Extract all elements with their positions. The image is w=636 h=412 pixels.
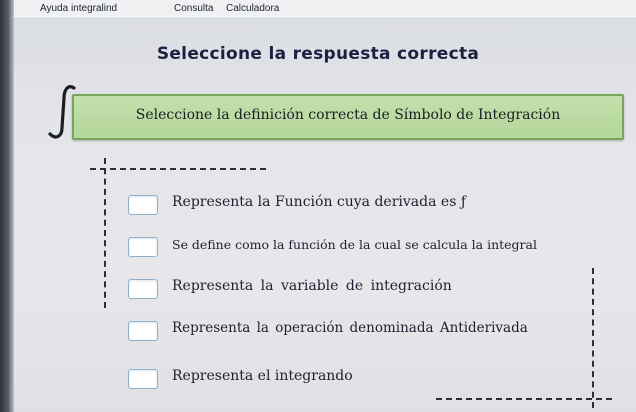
dashed-divider-top	[90, 168, 266, 170]
menu-item-consulta[interactable]: Consulta	[174, 3, 213, 14]
answer-checkbox-1[interactable]	[128, 195, 158, 215]
dashed-guide-left	[104, 158, 106, 308]
answer-checkbox-3[interactable]	[128, 279, 158, 299]
dashed-guide-right	[592, 268, 594, 408]
answer-option-label: Representa la Función cuya derivada es ƒ	[172, 194, 467, 210]
question-text: Seleccione la definición correcta de Sím…	[135, 107, 561, 123]
answer-option-label: Se define como la función de la cual se …	[172, 237, 537, 252]
dashed-divider-bottom	[436, 398, 612, 400]
question-box: Seleccione la definición correcta de Sím…	[72, 94, 624, 140]
menu-item-ayuda[interactable]: Ayuda integralind	[40, 3, 117, 14]
answer-option-label: Representa la variable de integración	[172, 278, 452, 294]
answer-option-label: Representa la operación denominada Antid…	[172, 320, 528, 336]
page-title: Seleccione la respuesta correcta	[156, 44, 480, 64]
menu-item-calculadora[interactable]: Calculadora	[226, 3, 279, 14]
answer-checkbox-2[interactable]	[128, 237, 158, 257]
answer-checkbox-4[interactable]	[128, 321, 158, 341]
answer-checkbox-5[interactable]	[128, 369, 158, 389]
answer-option-label: Representa el integrando	[172, 368, 353, 384]
top-menu-bar: Ayuda integralind Consulta Calculadora	[14, 0, 636, 19]
